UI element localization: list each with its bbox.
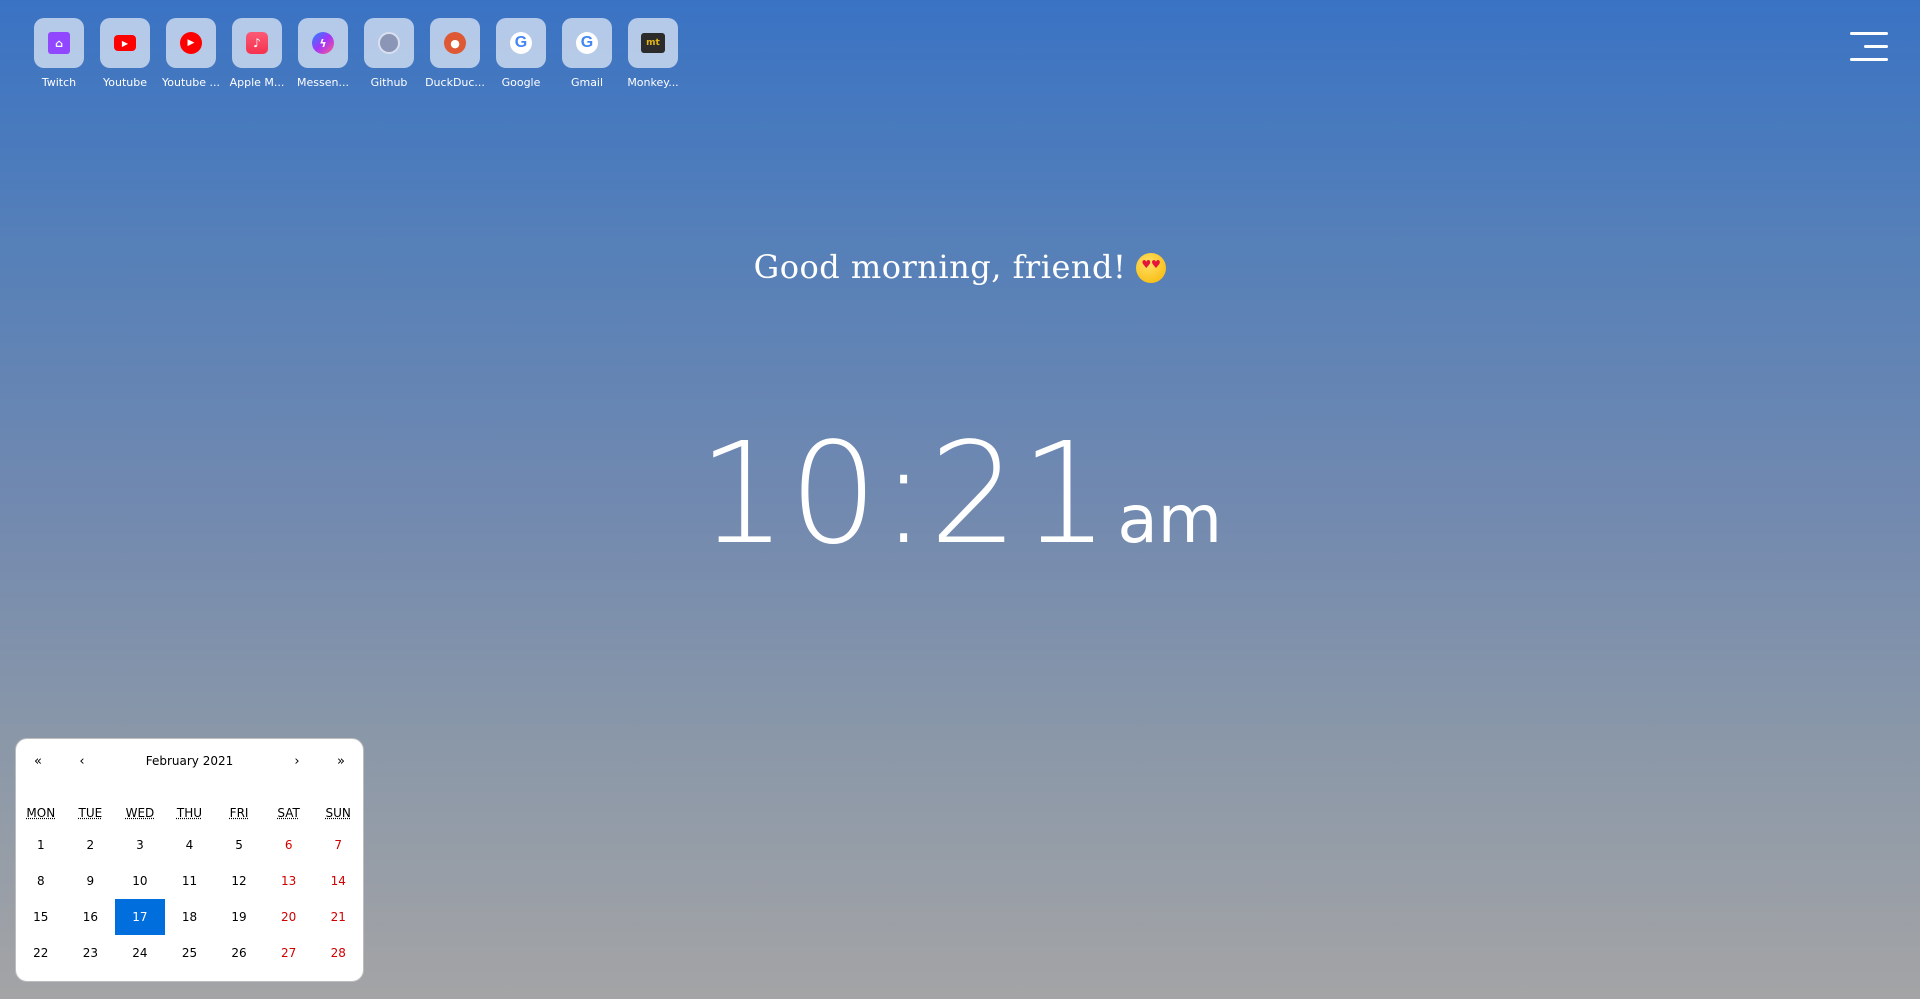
- youtube-icon: ▶: [114, 35, 136, 51]
- calendar-day[interactable]: 15: [16, 899, 66, 935]
- calendar-day[interactable]: 14: [313, 863, 363, 899]
- menu-line: [1850, 58, 1888, 61]
- shortcut-duckduckgo[interactable]: ● DuckDuc...: [425, 18, 485, 89]
- calendar-navigation: « ‹ February 2021 › »: [16, 739, 363, 783]
- menu-line: [1864, 45, 1888, 48]
- clock-ampm: am: [1117, 481, 1223, 558]
- shortcut-label: Apple M...: [229, 76, 285, 89]
- twitch-icon: ⌂: [48, 32, 70, 54]
- calendar-day[interactable]: 12: [214, 863, 264, 899]
- calendar-day[interactable]: 27: [264, 935, 314, 971]
- shortcut-label: DuckDuc...: [425, 76, 485, 89]
- shortcut-label: Google: [501, 76, 541, 89]
- duckduckgo-icon: ●: [444, 32, 466, 54]
- calendar-day[interactable]: 22: [16, 935, 66, 971]
- shortcut-tile: G: [562, 18, 612, 68]
- shortcut-label: Gmail: [570, 76, 604, 89]
- weekday-label: SAT: [277, 806, 300, 820]
- shortcut-tile: ▶: [166, 18, 216, 68]
- calendar-day[interactable]: 11: [165, 863, 215, 899]
- calendar-day[interactable]: 19: [214, 899, 264, 935]
- calendar-day[interactable]: 9: [66, 863, 116, 899]
- calendar-day[interactable]: 21: [313, 899, 363, 935]
- calendar-widget: « ‹ February 2021 › » MON TUE WED THU FR…: [15, 738, 364, 982]
- calendar-days-grid: 1 2 3 4 5 6 7 8 9 10 11 12 13 14 15 16 1…: [16, 827, 363, 971]
- clock-time: 10:21: [697, 413, 1112, 576]
- greeting: Good morning, friend!: [0, 248, 1920, 286]
- calendar-day[interactable]: 13: [264, 863, 314, 899]
- calendar-day[interactable]: 4: [165, 827, 215, 863]
- calendar-day[interactable]: 23: [66, 935, 116, 971]
- shortcut-tile: ϟ: [298, 18, 348, 68]
- shortcut-tile: G: [496, 18, 546, 68]
- calendar-weekdays: MON TUE WED THU FRI SAT SUN: [16, 801, 363, 825]
- calendar-day[interactable]: 8: [16, 863, 66, 899]
- shortcut-label: Messen...: [297, 76, 349, 89]
- menu-line: [1850, 32, 1888, 35]
- weekday-label: MON: [26, 806, 56, 820]
- calendar-day[interactable]: 24: [115, 935, 165, 971]
- youtube-music-icon: ▶: [180, 32, 202, 54]
- github-icon: [378, 32, 400, 54]
- calendar-day[interactable]: 28: [313, 935, 363, 971]
- weekday-label: WED: [125, 806, 155, 820]
- calendar-day[interactable]: 5: [214, 827, 264, 863]
- google-icon: G: [510, 32, 532, 54]
- weekday-label: THU: [176, 806, 203, 820]
- prev-month-button[interactable]: ‹: [60, 754, 104, 769]
- shortcuts-bar: ⌂ Twitch ▶ Youtube ▶ Youtube ... ♪ Apple…: [34, 18, 679, 89]
- heart-eyes-emoji-icon: [1136, 253, 1167, 283]
- calendar-day[interactable]: 25: [165, 935, 215, 971]
- shortcut-tile: [364, 18, 414, 68]
- messenger-icon: ϟ: [312, 32, 334, 54]
- shortcut-label: Youtube ...: [162, 76, 220, 89]
- shortcut-github[interactable]: Github: [364, 18, 414, 89]
- calendar-day[interactable]: 16: [66, 899, 116, 935]
- shortcut-apple-music[interactable]: ♪ Apple M...: [230, 18, 284, 89]
- shortcut-tile: ▶: [100, 18, 150, 68]
- calendar-day[interactable]: 26: [214, 935, 264, 971]
- shortcut-label: Twitch: [41, 76, 77, 89]
- calendar-day[interactable]: 6: [264, 827, 314, 863]
- shortcut-label: Youtube: [103, 76, 147, 89]
- calendar-day[interactable]: 10: [115, 863, 165, 899]
- apple-music-icon: ♪: [246, 32, 268, 54]
- shortcut-twitch[interactable]: ⌂ Twitch: [34, 18, 84, 89]
- prev-year-button[interactable]: «: [16, 754, 60, 769]
- shortcut-tile: ♪: [232, 18, 282, 68]
- shortcut-tile: ●: [430, 18, 480, 68]
- hamburger-menu-icon[interactable]: [1850, 32, 1888, 62]
- shortcut-messenger[interactable]: ϟ Messen...: [297, 18, 349, 89]
- shortcut-gmail[interactable]: G Gmail: [562, 18, 612, 89]
- calendar-day[interactable]: 18: [165, 899, 215, 935]
- shortcut-google[interactable]: G Google: [496, 18, 546, 89]
- calendar-day[interactable]: 7: [313, 827, 363, 863]
- clock: 10:21am: [0, 425, 1920, 565]
- calendar-day[interactable]: 2: [66, 827, 116, 863]
- calendar-day[interactable]: 1: [16, 827, 66, 863]
- shortcut-monkeytype[interactable]: mt Monkey...: [627, 18, 679, 89]
- gmail-icon: G: [576, 32, 598, 54]
- next-year-button[interactable]: »: [319, 754, 363, 769]
- calendar-day[interactable]: 20: [264, 899, 314, 935]
- shortcut-label: Github: [370, 76, 408, 89]
- shortcut-tile: ⌂: [34, 18, 84, 68]
- weekday-label: SUN: [325, 806, 351, 820]
- calendar-month-label[interactable]: February 2021: [104, 754, 275, 768]
- weekday-label: FRI: [229, 806, 249, 820]
- weekday-label: TUE: [78, 806, 103, 820]
- shortcut-youtube[interactable]: ▶ Youtube: [100, 18, 150, 89]
- calendar-day[interactable]: 3: [115, 827, 165, 863]
- monkeytype-icon: mt: [641, 33, 665, 53]
- calendar-day-selected[interactable]: 17: [115, 899, 165, 935]
- shortcut-youtube-music[interactable]: ▶ Youtube ...: [162, 18, 220, 89]
- shortcut-label: Monkey...: [627, 76, 679, 89]
- next-month-button[interactable]: ›: [275, 754, 319, 769]
- shortcut-tile: mt: [628, 18, 678, 68]
- greeting-text: Good morning, friend!: [753, 248, 1127, 286]
